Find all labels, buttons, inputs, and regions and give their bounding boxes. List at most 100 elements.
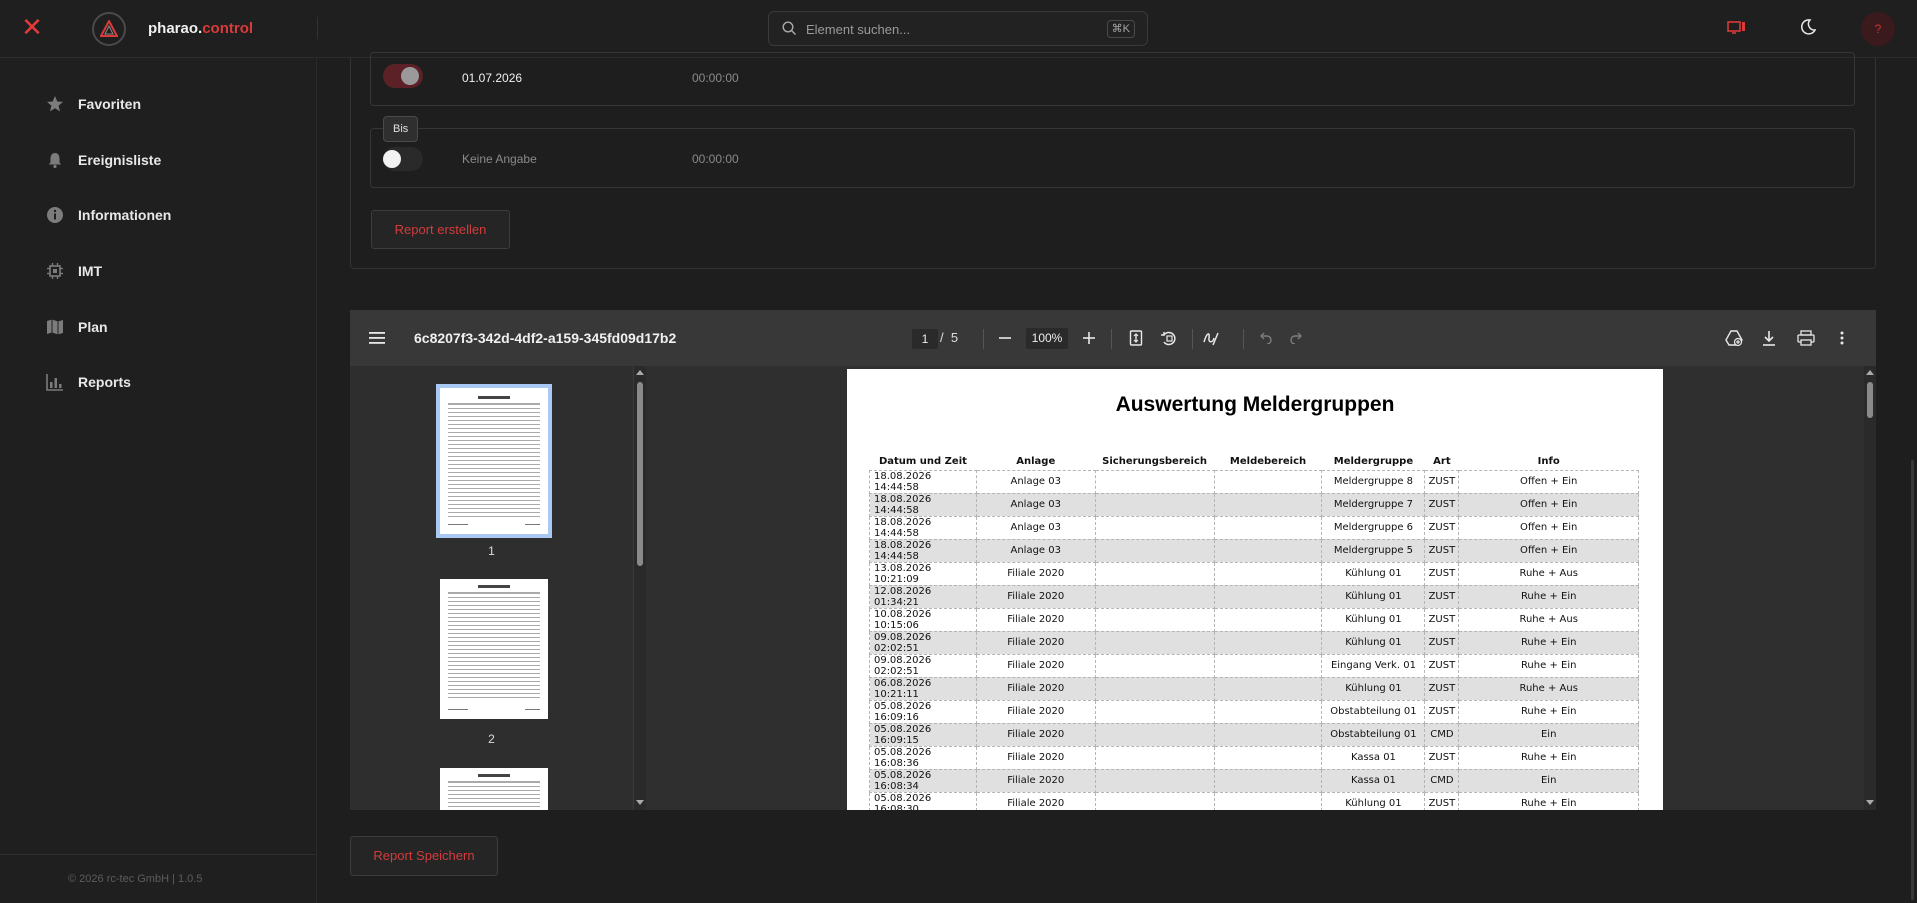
table-row: 05.08.2026 16:08:30 Filiale 2020 Kühlung 0… bbox=[869, 791, 1639, 810]
table-cell: Ruhe + Ein bbox=[1458, 745, 1639, 770]
table-cell: 12.08.2026 01:34:21 bbox=[869, 584, 977, 609]
search-box: ⌘K bbox=[768, 11, 1148, 46]
save-drive-icon[interactable] bbox=[1725, 329, 1743, 347]
rotate-icon[interactable] bbox=[1160, 329, 1178, 347]
thumbnail-label: 2 bbox=[488, 732, 495, 746]
pdf-viewer: 6c8207f3-342d-4df2-a159-345fd09d17b2 1 /… bbox=[350, 310, 1876, 810]
column-header: Info bbox=[1537, 455, 1560, 467]
table-row: 05.08.2026 16:08:34 Filiale 2020 Kassa 01 C… bbox=[869, 768, 1639, 793]
close-icon[interactable]: ✕ bbox=[20, 14, 44, 40]
page-number-input[interactable]: 1 bbox=[912, 329, 938, 349]
chip-icon bbox=[44, 260, 66, 282]
table-cell bbox=[1213, 722, 1323, 747]
table-cell bbox=[1213, 561, 1323, 586]
table-row: 05.08.2026 16:09:15 Filiale 2020 Obstabtei… bbox=[869, 722, 1639, 747]
table-row: 09.08.2026 02:02:51 Filiale 2020 Eingang V… bbox=[869, 653, 1639, 678]
sidebar-item-label: Reports bbox=[78, 374, 131, 390]
table-cell: 05.08.2026 16:08:30 bbox=[869, 791, 977, 810]
table-cell: Kassa 01 bbox=[1321, 768, 1426, 793]
thumbnail-scrollbar[interactable] bbox=[634, 366, 646, 810]
table-cell bbox=[1094, 538, 1215, 563]
sidebar-item-reports[interactable]: Reports bbox=[44, 369, 284, 395]
undo-icon[interactable] bbox=[1256, 329, 1274, 347]
table-cell bbox=[1213, 653, 1323, 678]
redo-icon[interactable] bbox=[1288, 329, 1306, 347]
table-cell: Filiale 2020 bbox=[975, 653, 1096, 678]
to-date-toggle[interactable] bbox=[383, 147, 423, 171]
table-cell: Anlage 03 bbox=[975, 469, 1096, 494]
table-cell: Offen + Ein bbox=[1458, 492, 1639, 517]
table-cell bbox=[1213, 676, 1323, 701]
table-cell bbox=[1213, 584, 1323, 609]
table-cell: ZUST bbox=[1424, 538, 1460, 563]
table-cell bbox=[1094, 791, 1215, 810]
table-cell: 18.08.2026 14:44:58 bbox=[869, 515, 977, 540]
sidebar-item-ereignisliste[interactable]: Ereignisliste bbox=[44, 147, 284, 173]
thumbnail-preview bbox=[448, 585, 540, 710]
table-row: 18.08.2026 14:44:58 Anlage 03 Meldergruppe… bbox=[869, 515, 1639, 540]
table-cell: CMD bbox=[1424, 722, 1460, 747]
page-scrollbar[interactable] bbox=[1864, 366, 1876, 810]
table-cell: 09.08.2026 02:02:51 bbox=[869, 630, 977, 655]
table-cell: Meldergruppe 8 bbox=[1321, 469, 1426, 494]
page-thumbnail-3[interactable] bbox=[440, 768, 548, 810]
sidebar-item-imt[interactable]: IMT bbox=[44, 258, 284, 284]
table-cell: Offen + Ein bbox=[1458, 515, 1639, 540]
thumbnail-label: 1 bbox=[488, 544, 495, 558]
thumbnail-sidebar: 1 2 bbox=[350, 366, 633, 810]
table-cell bbox=[1094, 515, 1215, 540]
table-row: 05.08.2026 16:09:16 Filiale 2020 Obstabtei… bbox=[869, 699, 1639, 724]
zoom-in-icon[interactable] bbox=[1080, 329, 1098, 347]
sidebar-item-plan[interactable]: Plan bbox=[44, 314, 284, 340]
table-cell: ZUST bbox=[1424, 515, 1460, 540]
table-cell: Filiale 2020 bbox=[975, 699, 1096, 724]
divider bbox=[983, 329, 984, 349]
column-header: Sicherungsbereich bbox=[1102, 455, 1208, 467]
page-count: / 5 bbox=[940, 330, 959, 345]
table-cell: Ruhe + Ein bbox=[1458, 653, 1639, 678]
thumbnail-preview bbox=[448, 396, 540, 525]
table-cell: ZUST bbox=[1424, 791, 1460, 810]
sidebar-item-favoriten[interactable]: Favoriten bbox=[44, 91, 284, 117]
divider bbox=[1192, 329, 1193, 349]
page-thumbnail-1[interactable] bbox=[436, 384, 552, 538]
page-view: Auswertung Meldergruppen Datum und Zeit … bbox=[646, 366, 1864, 810]
from-date-toggle[interactable] bbox=[383, 64, 423, 88]
zoom-out-icon[interactable] bbox=[996, 329, 1014, 347]
table-cell: CMD bbox=[1424, 768, 1460, 793]
menu-icon[interactable] bbox=[368, 329, 386, 347]
table-cell: Kühlung 01 bbox=[1321, 561, 1426, 586]
moon-icon[interactable] bbox=[1799, 18, 1821, 40]
table-cell: 09.08.2026 02:02:51 bbox=[869, 653, 977, 678]
print-icon[interactable] bbox=[1797, 329, 1815, 347]
divider bbox=[1111, 329, 1112, 349]
fit-page-icon[interactable] bbox=[1127, 329, 1145, 347]
table-cell bbox=[1094, 492, 1215, 517]
table-cell: Filiale 2020 bbox=[975, 584, 1096, 609]
table-cell bbox=[1094, 768, 1215, 793]
monitor-alert-icon[interactable] bbox=[1727, 19, 1749, 41]
divider bbox=[1243, 329, 1244, 349]
download-icon[interactable] bbox=[1760, 329, 1778, 347]
window-scrollbar[interactable] bbox=[1911, 460, 1914, 900]
zoom-level[interactable]: 100% bbox=[1026, 328, 1068, 349]
search-input[interactable] bbox=[806, 18, 1096, 40]
column-header: Meldergruppe bbox=[1333, 455, 1414, 467]
save-report-button[interactable]: Report Speichern bbox=[350, 836, 498, 876]
sidebar-item-label: Plan bbox=[78, 319, 108, 335]
table-cell: Filiale 2020 bbox=[975, 745, 1096, 770]
to-date-row: Keine Angabe 00:00:00 bbox=[370, 128, 1855, 188]
page-thumbnail-2[interactable] bbox=[440, 579, 548, 719]
more-options-icon[interactable] bbox=[1833, 329, 1851, 347]
table-cell: Kühlung 01 bbox=[1321, 630, 1426, 655]
sidebar-item-label: Informationen bbox=[78, 207, 172, 223]
table-cell bbox=[1094, 676, 1215, 701]
table-cell: Anlage 03 bbox=[975, 492, 1096, 517]
avatar[interactable]: ? bbox=[1861, 12, 1895, 46]
table-cell: 05.08.2026 16:09:16 bbox=[869, 699, 977, 724]
table-row: 12.08.2026 01:34:21 Filiale 2020 Kühlung 0… bbox=[869, 584, 1639, 609]
draw-icon[interactable] bbox=[1202, 329, 1220, 347]
sidebar-item-informationen[interactable]: Informationen bbox=[44, 202, 284, 228]
table-cell: Ruhe + Aus bbox=[1458, 676, 1639, 701]
create-report-button[interactable]: Report erstellen bbox=[371, 210, 510, 249]
